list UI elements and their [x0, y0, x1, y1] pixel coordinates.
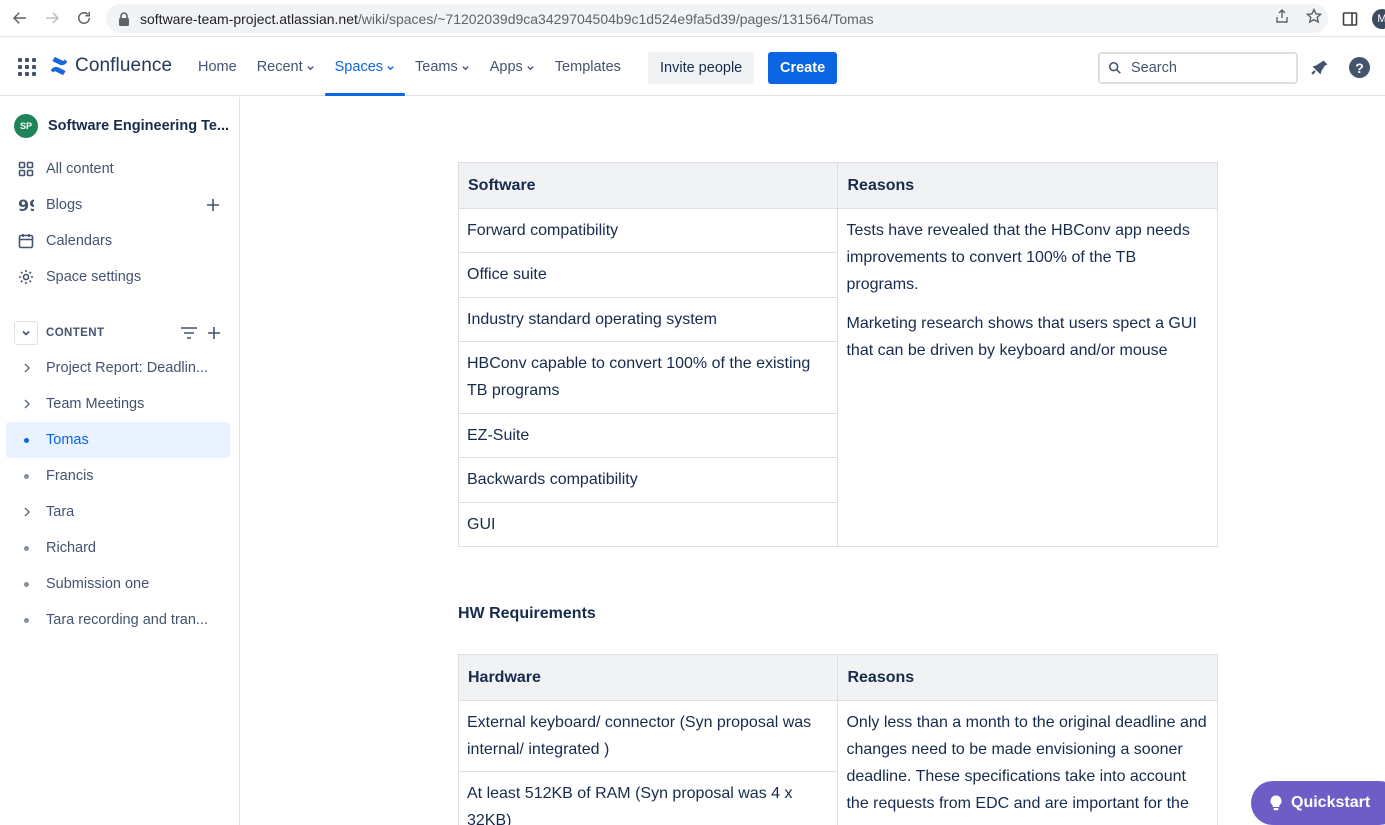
content-section-header: CONTENT — [14, 321, 230, 345]
chevron-down-icon — [306, 65, 314, 70]
tree-item-tomas[interactable]: Tomas — [6, 422, 230, 458]
forward-arrow-icon[interactable] — [41, 7, 63, 29]
bullet-icon — [23, 473, 29, 479]
hardware-requirements-table: Hardware Reasons External keyboard/ conn… — [457, 654, 1218, 825]
tree-item-richard[interactable]: Richard — [6, 530, 230, 566]
tree-item-tara[interactable]: Tara — [6, 494, 230, 530]
reason-paragraph: Tests have revealed that the HBConv app … — [846, 222, 1190, 293]
bullet-icon — [23, 545, 29, 551]
share-icon[interactable] — [1274, 8, 1290, 24]
space-avatar: SP — [14, 114, 38, 138]
search-placeholder: Search — [1131, 60, 1177, 76]
bullet-icon — [23, 437, 29, 443]
confluence-topnav: Confluence Home Recent Spaces Teams Apps… — [0, 38, 1385, 96]
chevron-right-icon[interactable] — [23, 363, 31, 373]
filter-icon[interactable] — [180, 326, 198, 340]
sidebar-item-space-settings[interactable]: Space settings — [18, 269, 141, 285]
content-label: CONTENT — [46, 327, 105, 339]
browser-toolbar: software-team-project.atlassian.net/wiki… — [0, 0, 1385, 37]
address-bar[interactable]: software-team-project.atlassian.net/wiki… — [106, 4, 1328, 33]
sidebar-item-all-content[interactable]: All content — [18, 161, 114, 177]
confluence-logo[interactable]: Confluence — [49, 55, 172, 77]
table-cell: EZ-Suite — [457, 413, 839, 458]
chevron-right-icon[interactable] — [23, 399, 31, 409]
chevron-down-icon — [387, 65, 394, 70]
back-arrow-icon[interactable] — [9, 7, 31, 29]
table-cell: HBConv capable to convert 100% of the ex… — [457, 341, 839, 414]
bullet-icon — [23, 617, 29, 623]
table-header: Reasons — [837, 162, 1218, 209]
sidebar-item-blogs[interactable]: 99 Blogs — [18, 197, 82, 213]
reload-icon[interactable] — [73, 7, 95, 29]
tree-item-team-meetings[interactable]: Team Meetings — [6, 386, 230, 422]
space-header[interactable]: SP Software Engineering Te... — [14, 114, 229, 138]
reasons-cell: Tests have revealed that the HBConv app … — [837, 208, 1218, 547]
nav-teams[interactable]: Teams — [405, 38, 480, 96]
confluence-logo-icon — [50, 56, 68, 76]
star-icon[interactable] — [1306, 8, 1322, 24]
lightbulb-icon — [1270, 795, 1282, 811]
nav-home[interactable]: Home — [188, 38, 247, 96]
table-cell: Forward compatibility — [457, 208, 839, 253]
search-input[interactable]: Search — [1098, 52, 1298, 84]
app-switcher-icon[interactable] — [18, 58, 36, 76]
search-icon — [1108, 61, 1121, 74]
space-name: Software Engineering Te... — [48, 118, 230, 134]
chevron-down-icon — [527, 65, 534, 70]
page-content: Software Reasons Forward compatibility T… — [241, 97, 1385, 825]
reasons-cell: Only less than a month to the original d… — [837, 700, 1218, 825]
sidepanel-icon[interactable] — [1342, 11, 1358, 27]
collapse-content-button[interactable] — [14, 321, 38, 345]
grid-icon — [18, 161, 34, 177]
add-blog-plus-icon[interactable] — [206, 198, 220, 212]
table-header: Reasons — [837, 654, 1218, 701]
table-header: Software — [457, 162, 839, 209]
svg-text:99: 99 — [18, 197, 34, 213]
bullet-icon — [23, 581, 29, 587]
hw-requirements-heading: HW Requirements — [458, 605, 596, 622]
calendar-icon — [18, 234, 34, 249]
table-cell: GUI — [457, 502, 839, 547]
notification-bell-icon[interactable] — [1310, 58, 1330, 78]
tree-item-francis[interactable]: Francis — [6, 458, 230, 494]
gear-icon — [19, 270, 33, 284]
tree-item-tara-recording[interactable]: Tara recording and tran... — [6, 602, 230, 638]
chevron-down-icon — [462, 65, 469, 70]
space-sidebar: SP Software Engineering Te... All conten… — [0, 97, 240, 825]
nav-templates[interactable]: Templates — [545, 38, 631, 96]
create-button[interactable]: Create — [768, 52, 838, 84]
nav-spaces[interactable]: Spaces — [324, 38, 406, 96]
lock-icon — [119, 11, 129, 26]
software-requirements-table: Software Reasons Forward compatibility T… — [457, 162, 1218, 547]
table-cell: Industry standard operating system — [457, 297, 839, 342]
help-icon[interactable]: ? — [1349, 57, 1370, 78]
url-text: software-team-project.atlassian.net/wiki… — [140, 10, 874, 27]
add-content-plus-icon[interactable] — [207, 326, 221, 340]
table-cell: Office suite — [457, 252, 839, 298]
invite-people-button[interactable]: Invite people — [648, 52, 755, 84]
table-header: Hardware — [457, 654, 839, 701]
tree-item-submission-one[interactable]: Submission one — [6, 566, 230, 602]
table-cell: Backwards compatibility — [457, 457, 839, 503]
chevron-down-icon — [22, 330, 30, 336]
tree-item-project-report[interactable]: Project Report: Deadlin... — [6, 350, 230, 386]
sidebar-item-calendars[interactable]: Calendars — [18, 233, 112, 249]
table-cell: External keyboard/ connector (Syn propos… — [457, 700, 839, 772]
table-cell: At least 512KB of RAM (Syn proposal was … — [457, 771, 839, 825]
quote-icon: 99 — [18, 197, 34, 213]
quickstart-button[interactable]: Quickstart — [1251, 781, 1385, 825]
reason-paragraph: Only less than a month to the original d… — [846, 714, 1207, 812]
nav-recent[interactable]: Recent — [247, 38, 325, 96]
profile-avatar[interactable]: M — [1372, 9, 1385, 29]
reason-paragraph: Marketing research shows that users spec… — [846, 315, 1197, 359]
nav-apps[interactable]: Apps — [480, 38, 545, 96]
chevron-right-icon[interactable] — [23, 507, 31, 517]
